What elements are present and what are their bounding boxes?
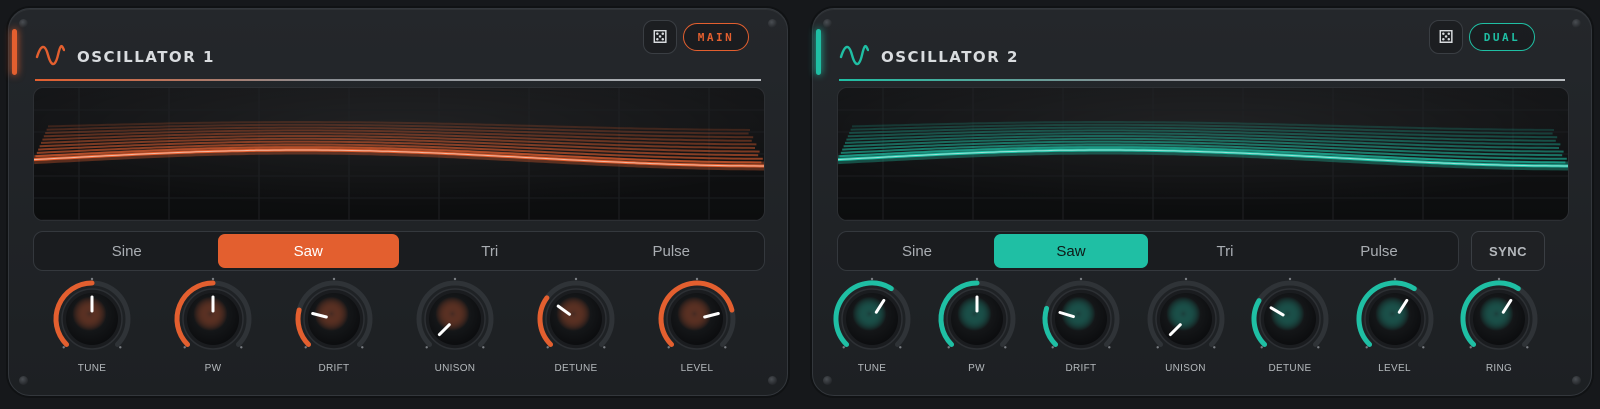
knob-label: PW xyxy=(204,363,222,374)
screw-icon xyxy=(823,376,832,385)
knob-label: DRIFT xyxy=(318,363,350,374)
screw-icon xyxy=(1572,376,1581,385)
screw-icon xyxy=(768,19,777,28)
screw-icon xyxy=(823,19,832,28)
waveform-saw-button[interactable]: Saw xyxy=(217,234,399,268)
title-divider xyxy=(839,79,1565,81)
waveform-display xyxy=(837,87,1569,221)
knob-ring[interactable]: RING xyxy=(1454,277,1544,377)
randomize-button[interactable]: ⚄ xyxy=(643,20,677,54)
sine-wave-icon xyxy=(35,40,66,75)
knob-label: LEVEL xyxy=(680,363,714,374)
knob-pw[interactable]: PW xyxy=(168,277,258,377)
sync-button[interactable]: SYNC xyxy=(1471,231,1545,271)
title-divider xyxy=(35,79,761,81)
knob-label: DETUNE xyxy=(554,363,598,374)
accent-bar xyxy=(12,29,17,75)
oscillator-title: OSCILLATOR 1 xyxy=(77,48,215,66)
knob-label: DRIFT xyxy=(1065,363,1097,374)
waveform-visualizer xyxy=(838,88,1568,220)
waveform-selector: Sine Saw Tri Pulse xyxy=(33,231,765,271)
oscillator-1-panel: OSCILLATOR 1 ⚄ MAIN Sine Saw Tri Pulse TUNE xyxy=(8,8,788,396)
waveform-sine-button[interactable]: Sine xyxy=(36,234,218,268)
waveform-selector: Sine Saw Tri Pulse xyxy=(837,231,1459,271)
knob-unison[interactable]: UNISON xyxy=(410,277,500,377)
oscillator-2-panel: OSCILLATOR 2 ⚄ DUAL Sine Saw Tri Pulse SYNC… xyxy=(812,8,1592,396)
knob-label: TUNE xyxy=(857,363,887,374)
accent-bar xyxy=(816,29,821,75)
screw-icon xyxy=(19,376,28,385)
knob-drift[interactable]: DRIFT xyxy=(289,277,379,377)
waveform-tri-button[interactable]: Tri xyxy=(399,234,581,268)
knob-detune[interactable]: DETUNE xyxy=(1245,277,1335,377)
knob-drift[interactable]: DRIFT xyxy=(1036,277,1126,377)
knob-pw[interactable]: PW xyxy=(932,277,1022,377)
knob-tune[interactable]: TUNE xyxy=(827,277,917,377)
waveform-saw-button[interactable]: Saw xyxy=(994,234,1148,268)
knob-label: UNISON xyxy=(434,363,476,374)
randomize-button[interactable]: ⚄ xyxy=(1429,20,1463,54)
knob-detune[interactable]: DETUNE xyxy=(531,277,621,377)
waveform-tri-button[interactable]: Tri xyxy=(1148,234,1302,268)
knob-label: DETUNE xyxy=(1268,363,1312,374)
screw-icon xyxy=(1572,19,1581,28)
waveform-pulse-button[interactable]: Pulse xyxy=(1302,234,1456,268)
knob-label: PW xyxy=(968,363,985,374)
mode-badge[interactable]: DUAL xyxy=(1469,23,1535,51)
knob-label: RING xyxy=(1485,363,1513,374)
knob-unison[interactable]: UNISON xyxy=(1141,277,1231,377)
knob-label: TUNE xyxy=(77,363,107,374)
screw-icon xyxy=(768,376,777,385)
waveform-display xyxy=(33,87,765,221)
mode-badge[interactable]: MAIN xyxy=(683,23,749,51)
knob-level[interactable]: LEVEL xyxy=(1350,277,1440,377)
waveform-pulse-button[interactable]: Pulse xyxy=(581,234,763,268)
oscillator-title: OSCILLATOR 2 xyxy=(881,48,1019,66)
knob-tune[interactable]: TUNE xyxy=(47,277,137,377)
knob-label: LEVEL xyxy=(1378,363,1411,374)
sine-wave-icon xyxy=(839,40,870,75)
knob-level[interactable]: LEVEL xyxy=(652,277,742,377)
knob-label: UNISON xyxy=(1165,363,1206,374)
screw-icon xyxy=(19,19,28,28)
waveform-visualizer xyxy=(34,88,764,220)
waveform-sine-button[interactable]: Sine xyxy=(840,234,994,268)
